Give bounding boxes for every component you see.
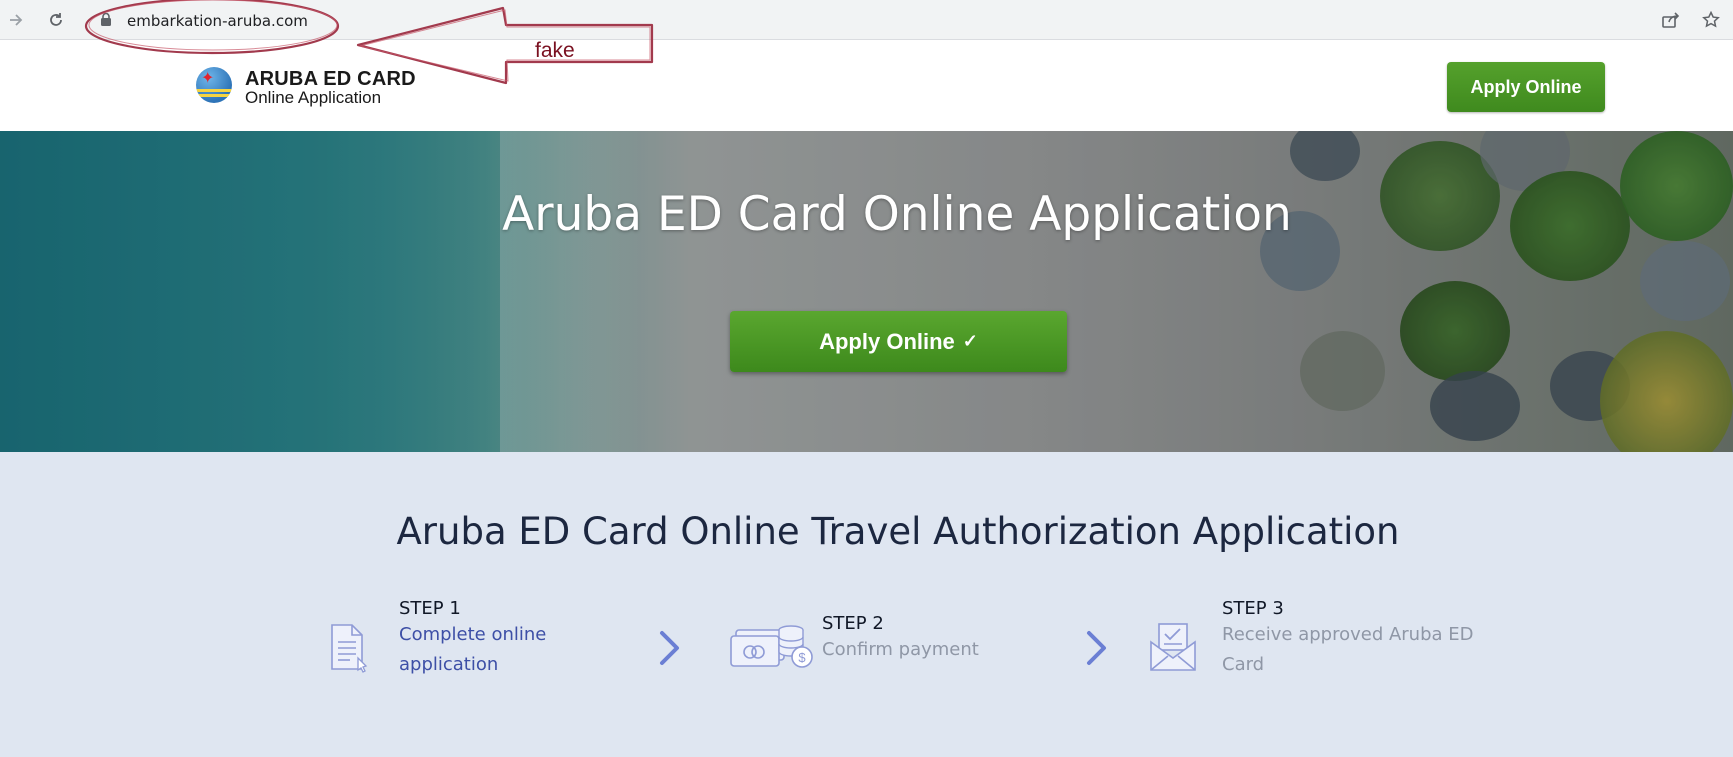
chevron-right-icon: [1087, 631, 1106, 665]
arrow-right-icon: [10, 14, 23, 26]
step-1-label: STEP 1: [399, 598, 461, 619]
reload-button[interactable]: [42, 6, 70, 34]
step-1-description: Complete online application: [399, 624, 547, 675]
logo-subtitle: Online Application: [245, 88, 382, 107]
step-2-description: Confirm payment: [822, 639, 979, 660]
share-icon: [1662, 12, 1680, 28]
site-header: ✦ ARUBA ED CARD Online Application Apply…: [0, 41, 1733, 131]
star-icon: [1702, 11, 1720, 28]
address-bar[interactable]: embarkation-aruba.com: [86, 4, 1646, 36]
lock-icon: [101, 13, 111, 26]
bookmark-button[interactable]: [1697, 6, 1725, 34]
document-icon: [326, 622, 372, 679]
share-button[interactable]: [1657, 6, 1685, 34]
payment-icon: $: [728, 622, 814, 679]
check-icon: ✓: [962, 331, 978, 351]
forward-button[interactable]: [2, 6, 30, 34]
chevron-right-icon: [660, 631, 679, 665]
steps-section: Aruba ED Card Online Travel Authorizatio…: [0, 452, 1733, 757]
section-title: Aruba ED Card Online Travel Authorizatio…: [396, 510, 1400, 553]
hero-title: Aruba ED Card Online Application: [502, 187, 1292, 242]
hero-banner: Aruba ED Card Online Application Apply O…: [0, 131, 1733, 452]
browser-toolbar: embarkation-aruba.com: [0, 0, 1733, 40]
hero-apply-label: Apply Online: [819, 328, 955, 354]
url-text: embarkation-aruba.com: [127, 12, 308, 30]
hero-apply-online-button[interactable]: Apply Online ✓: [730, 311, 1067, 372]
header-apply-online-button[interactable]: Apply Online: [1447, 62, 1605, 112]
svg-text:$: $: [798, 650, 806, 665]
fake-annotation-label: fake: [535, 39, 575, 62]
aruba-flag-logo-icon: ✦: [196, 67, 232, 103]
step-3-description: Receive approved Aruba ED Card: [1222, 624, 1474, 675]
envelope-icon: [1147, 620, 1199, 681]
step-3-label: STEP 3: [1222, 598, 1284, 619]
reload-icon: [50, 13, 62, 26]
step-2-label: STEP 2: [822, 613, 884, 634]
